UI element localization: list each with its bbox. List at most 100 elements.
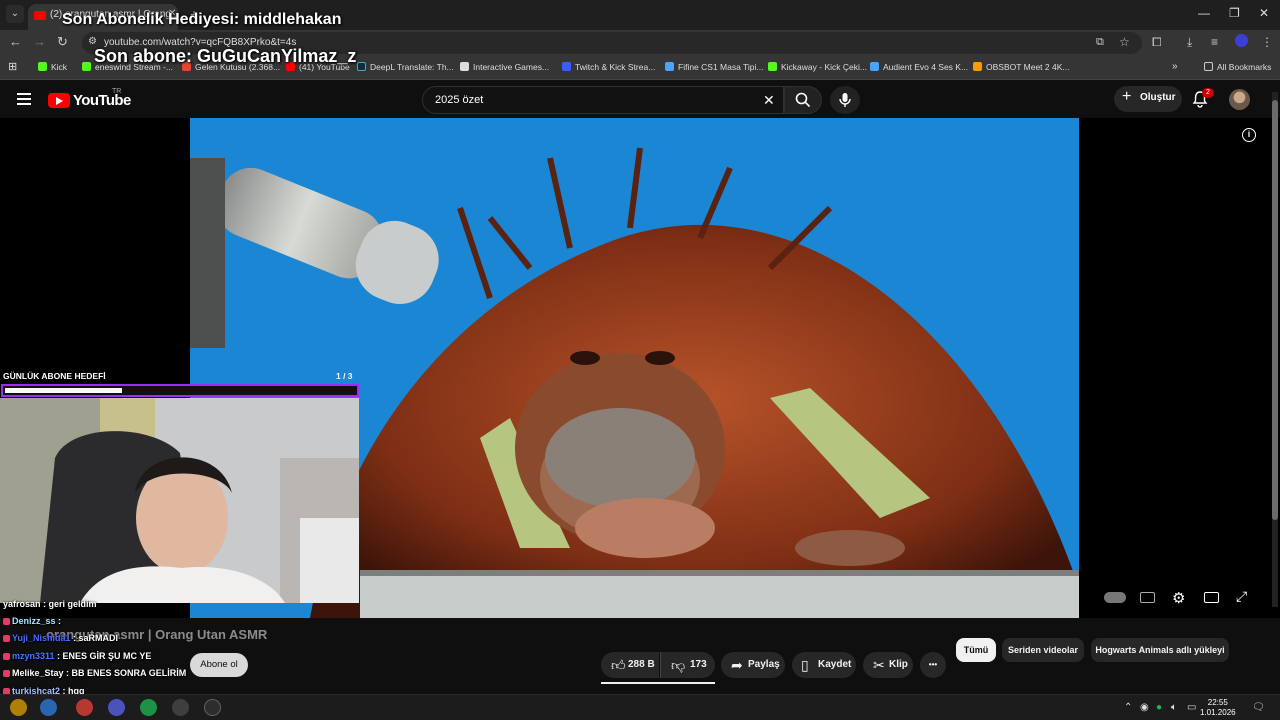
daily-sub-goal-fill: [5, 388, 122, 393]
bookmark-label: Twitch & Kick Strea...: [575, 62, 656, 72]
edge-icon[interactable]: [40, 699, 57, 716]
youtube-header: YouTube TR 2025 özet ✕ + Oluştur 2: [0, 82, 1280, 118]
like-ratio-bar: [601, 682, 715, 684]
bookmark-twitch-kick[interactable]: Twitch & Kick Strea...: [562, 62, 655, 72]
like-count: 288 B: [628, 659, 655, 670]
chat-username: Yuji_Nishida1: [12, 633, 71, 643]
bookmark-deepl[interactable]: DeepL Translate: Th...: [357, 62, 454, 72]
subtitles-icon[interactable]: [1140, 592, 1155, 603]
info-icon[interactable]: i: [1242, 128, 1256, 142]
chip-uploader[interactable]: Hogwarts Animals adlı yükleyi: [1091, 638, 1229, 662]
more-bookmarks-icon[interactable]: »: [1172, 61, 1178, 72]
obs-icon[interactable]: [204, 699, 221, 716]
share-button[interactable]: ➦ Paylaş: [721, 652, 785, 678]
discord-icon[interactable]: [108, 699, 125, 716]
theater-mode-icon[interactable]: [1204, 592, 1219, 603]
profile-icon[interactable]: [1235, 34, 1248, 47]
bookmark-label: DeepL Translate: Th...: [370, 62, 454, 72]
search-query: 2025 özet: [435, 94, 484, 106]
install-app-icon[interactable]: ⧉: [1096, 36, 1104, 49]
close-window-icon[interactable]: ✕: [1259, 6, 1269, 20]
notification-center-icon[interactable]: 🗨︎: [1252, 702, 1265, 713]
chat-text: ENES GİR ŞU MC YE: [62, 651, 152, 661]
all-bookmarks-folder[interactable]: All Bookmarks: [1204, 62, 1271, 72]
menu-icon[interactable]: [17, 93, 31, 105]
bookmark-label: Kickaway - Kick Çeki...: [781, 62, 867, 72]
spotify-icon[interactable]: [140, 699, 157, 716]
volume-icon[interactable]: 🔈︎: [1171, 702, 1177, 713]
bookmark-star-icon[interactable]: ☆: [1119, 35, 1130, 49]
account-avatar[interactable]: [1229, 89, 1250, 110]
chip-series-videos[interactable]: Seriden videolar: [1002, 638, 1084, 662]
dislike-button[interactable]: 👎︎ 173: [660, 652, 715, 678]
chip-all[interactable]: Tümü: [956, 638, 996, 662]
like-button[interactable]: 👍︎ 288 B: [601, 652, 659, 678]
daily-sub-goal-count: 1 / 3: [336, 371, 353, 381]
bookmark-fifine[interactable]: Fifine CS1 Masa Tipi...: [665, 62, 764, 72]
chat-username: Melike_Stay: [12, 668, 64, 678]
clip-label: Klip: [889, 659, 908, 670]
save-button[interactable]: ▯ Kaydet: [792, 652, 856, 678]
clear-search-icon[interactable]: ✕: [763, 92, 775, 109]
minimize-icon[interactable]: —: [1198, 6, 1210, 20]
back-icon[interactable]: ←: [9, 34, 22, 49]
webcam-image: [0, 398, 359, 603]
more-actions-button[interactable]: •••: [920, 652, 946, 678]
settings-gear-icon[interactable]: ⚙: [1172, 589, 1185, 607]
spotify-tray-icon[interactable]: ●: [1156, 702, 1162, 713]
steam-icon[interactable]: [172, 699, 189, 716]
chat-badge-icon: [3, 618, 10, 625]
extensions-icon[interactable]: ⧠: [1152, 35, 1162, 50]
downloads-icon[interactable]: ⤓: [1187, 35, 1192, 50]
tray-overflow-icon[interactable]: ⌃: [1124, 702, 1132, 713]
file-explorer-icon[interactable]: [10, 699, 27, 716]
chrome-icon[interactable]: [76, 699, 93, 716]
chat-separator: :: [40, 599, 49, 609]
clock-date: 1.01.2026: [1200, 708, 1236, 717]
clip-button[interactable]: ✂ Klip: [863, 652, 913, 678]
bookmark-interactive-games[interactable]: Interactive Games...: [460, 62, 549, 72]
save-label: Kaydet: [818, 659, 852, 670]
autoplay-toggle[interactable]: [1104, 592, 1126, 603]
daily-sub-goal-label: GÜNLÜK ABONE HEDEFİ: [3, 371, 106, 381]
chat-separator: :: [70, 633, 79, 643]
windows-taskbar: ⌃ ◉ ● 🔈︎ ▭ 22:55 1.01.2026 🗨︎: [0, 694, 1280, 720]
daily-sub-goal-bar: [1, 384, 359, 397]
search-button[interactable]: [784, 86, 822, 114]
country-code: TR: [112, 88, 122, 95]
restore-icon[interactable]: ❐: [1229, 6, 1240, 20]
chat-text: saRMADI: [78, 633, 119, 643]
chat-username: mzyn3311: [12, 651, 55, 661]
search-input[interactable]: 2025 özet ✕: [422, 86, 784, 114]
bookmark-label: OBSBOT Meet 2 4K...: [986, 62, 1070, 72]
bookmark-kick[interactable]: Kick: [38, 62, 67, 72]
forward-icon[interactable]: →: [33, 34, 46, 49]
bookmark-obsbot[interactable]: OBSBOT Meet 2 4K...: [973, 62, 1069, 72]
thumbs-down-icon: 👎︎: [671, 657, 686, 673]
clock-time: 22:55: [1207, 698, 1228, 707]
voice-search-button[interactable]: [830, 86, 860, 114]
chrome-menu-icon[interactable]: ⋮: [1261, 35, 1273, 49]
chat-message: Denizz_ss :: [3, 616, 61, 626]
youtube-wordmark: YouTube: [73, 91, 131, 109]
discord-tray-icon[interactable]: ◉: [1140, 702, 1149, 713]
tab-search-button[interactable]: ⌄: [6, 5, 24, 23]
fullscreen-icon[interactable]: ⤢: [1236, 588, 1247, 605]
tab-groups-icon[interactable]: ≡: [1211, 35, 1218, 49]
reload-icon[interactable]: ↻: [57, 34, 68, 50]
chat-username: Denizz_ss: [12, 616, 56, 626]
system-clock[interactable]: 22:55 1.01.2026: [1200, 698, 1236, 718]
chat-message: Yuji_Nishida1 : saRMADI: [3, 633, 118, 643]
apps-grid-icon[interactable]: ⊞: [8, 60, 17, 73]
scrollbar-thumb[interactable]: [1272, 100, 1278, 520]
chat-text: BB ENES SONRA GELİRİM: [71, 668, 187, 678]
bookmark-kickaway[interactable]: Kickaway - Kick Çeki...: [768, 62, 867, 72]
bookmark-audient[interactable]: Audient Evo 4 Ses K...: [870, 62, 968, 72]
plus-icon: +: [1122, 88, 1132, 105]
subscribe-button[interactable]: Abone ol: [190, 653, 248, 677]
create-label: Oluştur: [1140, 92, 1176, 103]
create-button[interactable]: + Oluştur: [1114, 86, 1182, 112]
page-scrollbar[interactable]: [1272, 92, 1278, 607]
network-icon[interactable]: ▭: [1187, 702, 1196, 713]
last-gift-overlay: Son Abonelik Hediyesi: middlehakan: [62, 11, 342, 28]
